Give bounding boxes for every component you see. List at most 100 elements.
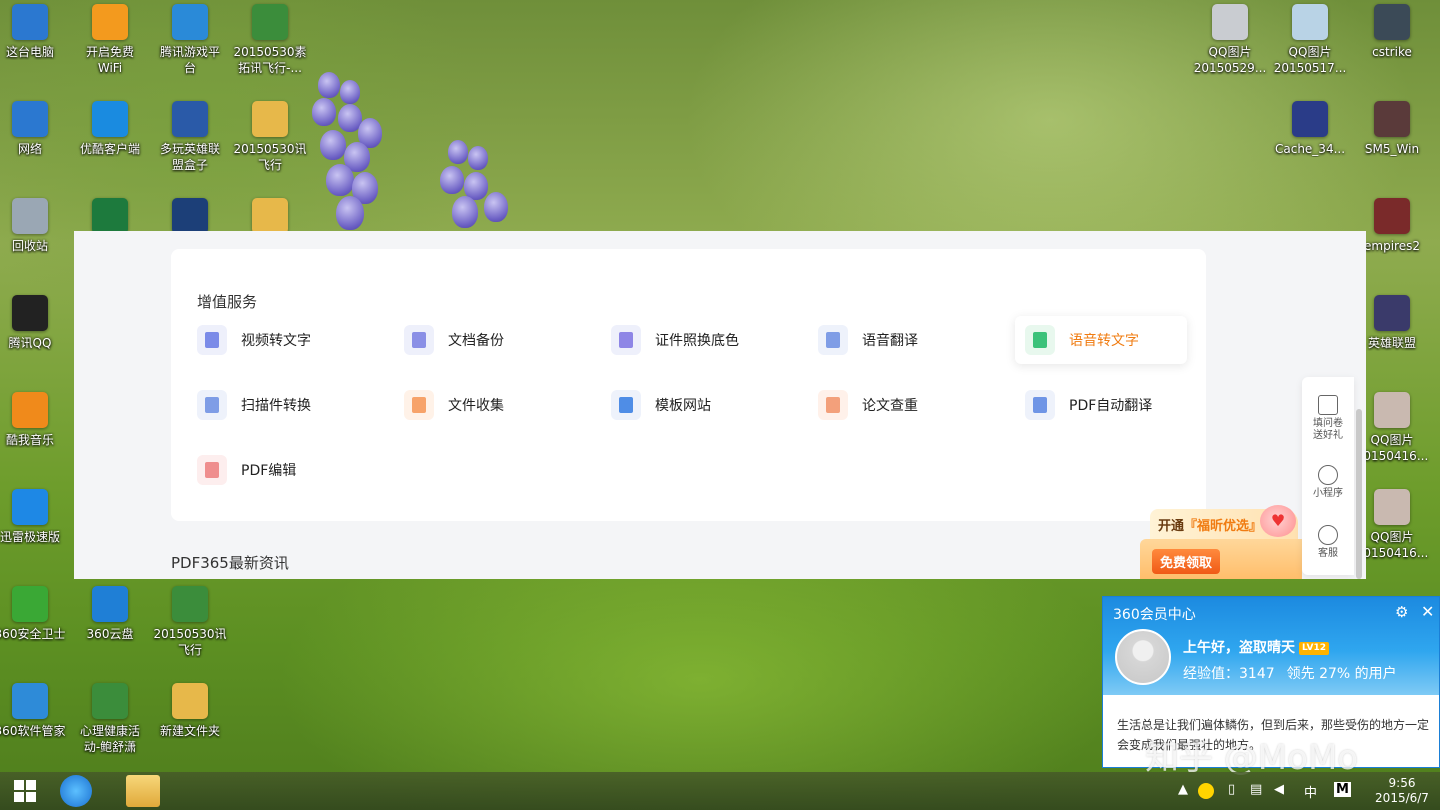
desktop-icon-label: 开启免费 WiFi [85, 45, 134, 75]
file-explorer-icon[interactable] [126, 775, 160, 807]
desktop-icon-label: Cache_34... [1274, 142, 1346, 156]
voice-translate-icon [818, 325, 848, 355]
360-tray-icon[interactable] [1198, 783, 1214, 799]
desktop-icon[interactable]: 多玩英雄联 盟盒子 [150, 97, 230, 189]
service-item[interactable]: 语音转文字 [1015, 316, 1187, 364]
id-photo-icon [611, 325, 641, 355]
lol-box-icon [172, 101, 208, 137]
desktop-icon[interactable]: 腾讯QQ [0, 291, 70, 383]
section-title: 增值服务 [197, 293, 258, 311]
excel-icon [92, 198, 128, 234]
gear-icon[interactable]: ⚙ [1395, 603, 1408, 621]
value-added-services-card: 增值服务 视频转文字 文档备份 证件照换底色 语音翻译 语音转文字扫描件转换 文件收集 模板… [171, 249, 1206, 521]
folder-icon [252, 198, 288, 234]
scan-convert-icon [197, 390, 227, 420]
desktop-icon-label: QQ图片 20150517... [1273, 45, 1347, 75]
promo-banner[interactable]: 开通『福昕优选』 免费领取 ♥ [1140, 505, 1302, 579]
tray-expand-icon[interactable]: ▲ [1178, 782, 1188, 797]
desktop-icon[interactable]: QQ图片 20150529... [1190, 0, 1270, 92]
survey-button[interactable]: 填问卷 送好礼 [1302, 395, 1354, 442]
headset-icon [1318, 525, 1338, 545]
desktop-icon-label: 酷我音乐 [5, 433, 54, 447]
360-cloud-icon [92, 586, 128, 622]
network-icon [12, 101, 48, 137]
service-item[interactable]: 模板网站 [611, 381, 783, 429]
desktop-icon[interactable]: 20150530素 拓讯飞行-... [230, 0, 310, 92]
pdf-translate-icon [1025, 390, 1055, 420]
free-claim-button[interactable]: 免费领取 [1152, 549, 1221, 574]
level-badge: LV12 [1299, 641, 1329, 655]
desktop-icon[interactable]: 酷我音乐 [0, 388, 70, 480]
vip-title: 360会员中心 [1113, 607, 1196, 623]
desktop-icon[interactable]: 20150530讯 飞行 [230, 97, 310, 189]
heart-icon: ♥ [1260, 505, 1296, 537]
start-button[interactable] [14, 780, 36, 802]
service-item[interactable]: 证件照换底色 [611, 316, 783, 364]
desktop-icon[interactable]: 360安全卫士 [0, 582, 70, 674]
ime-mode-indicator[interactable]: M [1334, 782, 1351, 797]
phone-icon [1292, 101, 1328, 137]
miniprogram-button[interactable]: 小程序 [1302, 465, 1354, 500]
desktop-icon-label: SM5_Win [1364, 142, 1420, 156]
desktop-icon[interactable]: 20150530讯 飞行 [150, 582, 230, 674]
scrollbar[interactable] [1356, 409, 1362, 579]
service-item[interactable]: 扫描件转换 [197, 381, 369, 429]
close-icon[interactable]: ✕ [1421, 602, 1434, 621]
ie-icon[interactable] [60, 775, 92, 807]
service-label: PDF自动翻译 [1069, 398, 1153, 414]
vip-header: 360会员中心 ⚙ ✕ 上午好，盗取晴天 LV12 经验值：3147 领先 27% … [1103, 597, 1439, 695]
desktop-icon[interactable]: 360软件管家 [0, 679, 70, 771]
service-item[interactable]: 视频转文字 [197, 316, 369, 364]
desktop-icon[interactable]: 开启免费 WiFi [70, 0, 150, 92]
qq-icon [12, 295, 48, 331]
desktop-icon[interactable]: SM5_Win [1352, 97, 1432, 189]
desktop-icon-label: QQ图片 20150529... [1193, 45, 1267, 75]
survey-icon [1318, 395, 1338, 415]
document-backup-icon [404, 325, 434, 355]
desktop-icon[interactable]: QQ图片 20150517... [1270, 0, 1350, 92]
service-item[interactable]: 文件收集 [404, 381, 576, 429]
desktop-icon[interactable]: 优酷客户端 [70, 97, 150, 189]
cstrike-icon [1374, 4, 1410, 40]
customer-service-label: 客服 [1318, 548, 1338, 559]
desktop-icon[interactable]: 这台电脑 [0, 0, 70, 92]
lol-icon [1374, 295, 1410, 331]
service-item[interactable]: 语音翻译 [818, 316, 990, 364]
desktop-icon-label: 心理健康活 动-鲍舒潇 [79, 724, 140, 754]
desktop-icon[interactable]: 360云盘 [70, 582, 150, 674]
volume-icon[interactable]: ◀ [1274, 782, 1284, 797]
folder-icon [252, 101, 288, 137]
service-item[interactable]: PDF编辑 [197, 446, 369, 494]
desktop-icon-label: 优酷客户端 [79, 142, 140, 156]
template-site-icon [611, 390, 641, 420]
desktop-icon-label: 腾讯游戏平台 [159, 45, 220, 75]
desktop-icon-label: 回收站 [11, 239, 48, 253]
service-label: 视频转文字 [241, 333, 311, 349]
desktop-icon[interactable]: 回收站 [0, 194, 70, 286]
desktop-icon[interactable]: 新建文件夹 [150, 679, 230, 771]
service-item[interactable]: 文档备份 [404, 316, 576, 364]
network-tray-icon[interactable]: ▤ [1250, 782, 1262, 797]
battery-icon[interactable]: ▯ [1228, 782, 1235, 797]
desktop-icon-label: 360云盘 [86, 627, 134, 641]
service-label: PDF编辑 [241, 463, 297, 479]
desktop-icon[interactable]: cstrike [1352, 0, 1432, 92]
service-item[interactable]: 论文查重 [818, 381, 990, 429]
ime-indicator[interactable]: 中 [1304, 782, 1317, 801]
recycle-bin-icon [12, 198, 48, 234]
clock[interactable]: 9:56 2015/6/7 [1372, 776, 1432, 806]
desktop-icon[interactable]: Cache_34... [1270, 97, 1350, 189]
archive-icon [172, 586, 208, 622]
news-section-title: PDF365最新资讯 [171, 554, 289, 572]
service-item[interactable]: PDF自动翻译 [1025, 381, 1197, 429]
avatar[interactable] [1115, 629, 1171, 685]
desktop-icon[interactable]: 腾讯游戏平台 [150, 0, 230, 92]
desktop-icon[interactable]: 心理健康活 动-鲍舒潇 [70, 679, 150, 771]
customer-service-button[interactable]: 客服 [1302, 525, 1354, 560]
desktop-icon[interactable]: 网络 [0, 97, 70, 189]
service-label: 扫描件转换 [241, 398, 311, 414]
desktop-icon[interactable]: 迅雷极速版 [0, 485, 70, 577]
desktop-icon-label: 腾讯QQ [8, 336, 52, 350]
360-security-icon [12, 586, 48, 622]
service-label: 语音转文字 [1069, 333, 1139, 349]
